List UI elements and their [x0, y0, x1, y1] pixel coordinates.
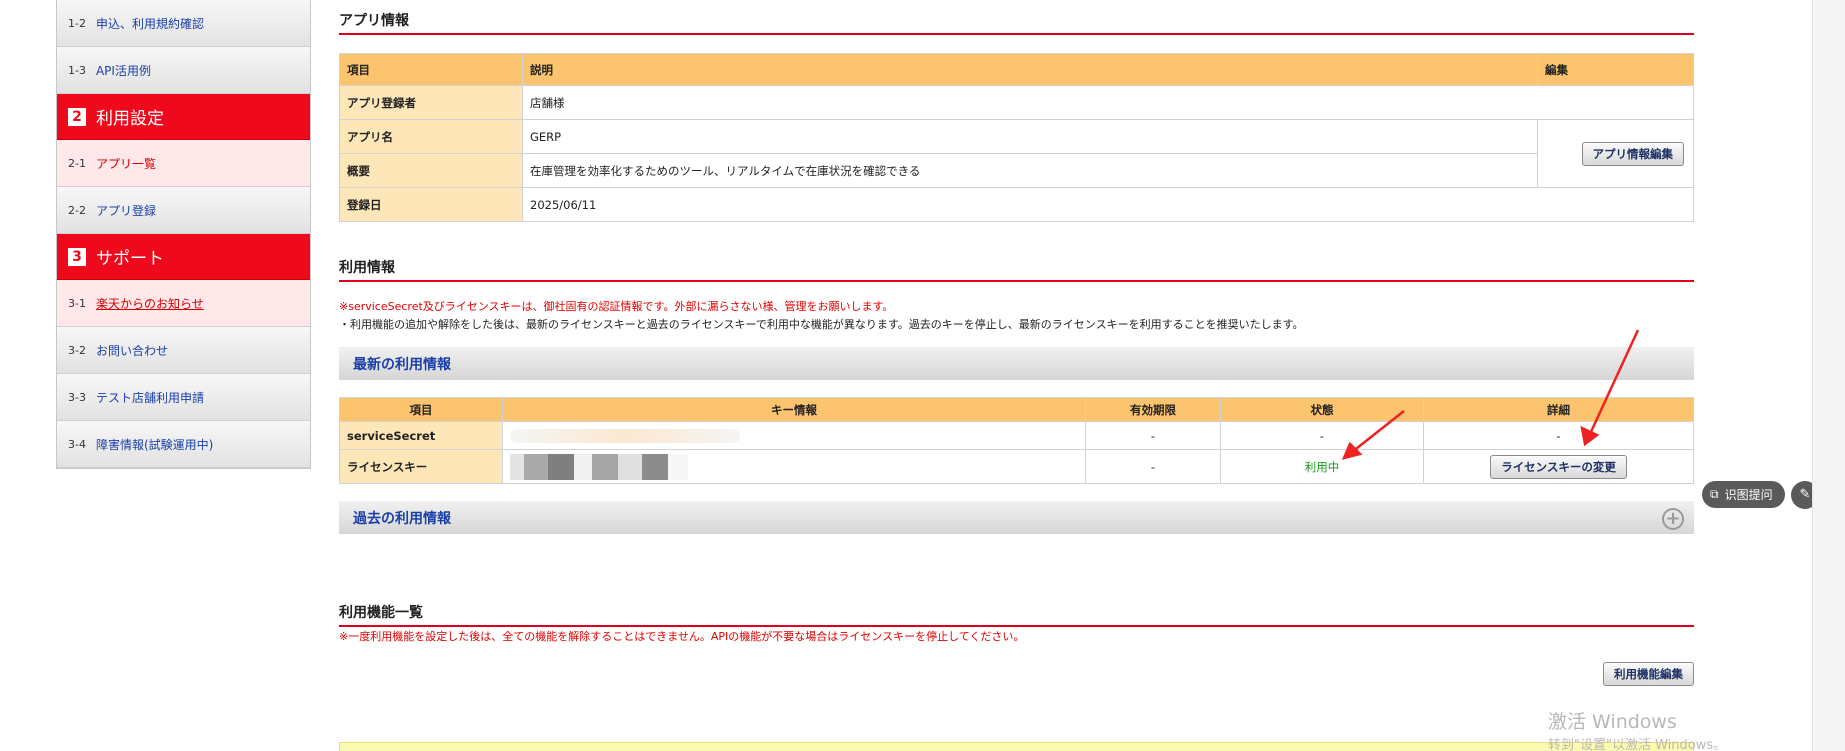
row-detail: - — [1423, 421, 1694, 450]
header-desc: 説明 — [522, 53, 1538, 86]
sidebar-item-news[interactable]: 3-1 楽天からのお知らせ — [57, 280, 310, 327]
table-row: 概要 在庫管理を効率化するためのツール、リアルタイムで在庫状況を確認できる — [339, 153, 1694, 188]
sidebar-section-support: 3 サポート — [57, 234, 310, 280]
sidebar-item-number: 3-4 — [68, 437, 86, 451]
usage-table: 項目 キー情報 有効期限 状態 詳細 serviceSecret - - - ラ… — [339, 397, 1694, 484]
section-label: 利用設定 — [96, 109, 164, 129]
sidebar-item-test-shop[interactable]: 3-3 テスト店舗利用申請 — [57, 374, 310, 421]
features-edit-wrapper: 利用機能編集 — [339, 662, 1694, 686]
main-content: アプリ情報 項目 説明 編集 アプリ登録者 店舗様 アプリ名 GERP アプリ情… — [339, 0, 1694, 751]
image-question-button[interactable]: ⧉ 识图提问 — [1702, 481, 1785, 508]
row-value: 2025/06/11 — [522, 187, 1694, 222]
sidebar-item-label: 障害情報(試験運用中) — [95, 437, 214, 452]
sidebar-item-label: お問い合わせ — [95, 343, 168, 358]
past-usage-bar[interactable]: 過去の利用情報 + — [339, 501, 1694, 534]
sidebar: 1-2 申込、利用規約確認 1-3 API活用例 2 利用設定 2-1 アプリ一… — [56, 0, 311, 469]
edit-features-button[interactable]: 利用機能編集 — [1603, 662, 1694, 686]
sidebar-item-label: 申込、利用規約確認 — [95, 16, 204, 31]
row-value: 在庫管理を効率化するためのツール、リアルタイムで在庫状況を確認できる — [522, 153, 1538, 188]
sidebar-section-settings: 2 利用設定 — [57, 94, 310, 140]
row-label: 概要 — [339, 153, 523, 188]
row-label: アプリ登録者 — [339, 85, 523, 120]
past-usage-label: 過去の利用情報 — [353, 510, 451, 527]
service-secret-value — [502, 421, 1086, 450]
section-number: 2 — [68, 107, 86, 126]
section-number: 3 — [68, 247, 86, 266]
sidebar-item-label: API活用例 — [95, 63, 151, 78]
license-key-value — [502, 449, 1086, 484]
header-status: 状態 — [1220, 397, 1424, 422]
change-license-key-button[interactable]: ライセンスキーの変更 — [1490, 454, 1627, 479]
sidebar-item-app-register[interactable]: 2-2 アプリ登録 — [57, 187, 310, 234]
sidebar-item-number: 2-1 — [68, 156, 86, 170]
row-expiry: - — [1085, 421, 1221, 450]
sidebar-item-label: テスト店舗利用申請 — [95, 390, 204, 405]
features-title: 利用機能一覧 — [339, 602, 1694, 627]
table-row: アプリ登録者 店舗様 — [339, 85, 1694, 120]
sidebar-item-terms[interactable]: 1-2 申込、利用規約確認 — [57, 0, 310, 47]
header-expiry: 有効期限 — [1085, 397, 1221, 422]
latest-usage-bar: 最新の利用情報 — [339, 347, 1694, 380]
sidebar-item-number: 3-1 — [68, 296, 86, 310]
header-item: 項目 — [339, 397, 503, 422]
image-question-label: 识图提问 — [1724, 488, 1773, 502]
scan-icon: ⧉ — [1710, 487, 1719, 501]
table-row: 登録日 2025/06/11 — [339, 187, 1694, 222]
browser-side-panel — [1812, 0, 1845, 751]
table-row: ライセンスキー - 利用中 ライセンスキーの変更 — [339, 449, 1694, 484]
usage-info-title: 利用情報 — [339, 257, 1694, 282]
sidebar-item-number: 3-3 — [68, 390, 86, 404]
sidebar-item-label: アプリ一覧 — [95, 156, 156, 171]
row-status: - — [1220, 421, 1424, 450]
row-detail: ライセンスキーの変更 — [1423, 449, 1694, 484]
edit-cell: アプリ情報編集 — [1537, 119, 1694, 188]
windows-activation-watermark: 激活 Windows — [1548, 711, 1677, 733]
info-banner — [339, 742, 1694, 751]
app-info-title: アプリ情報 — [339, 10, 1694, 35]
sidebar-item-number: 1-2 — [68, 16, 86, 30]
sidebar-item-api-examples[interactable]: 1-3 API活用例 — [57, 47, 310, 94]
row-value: GERP — [522, 119, 1538, 154]
header-detail: 詳細 — [1423, 397, 1694, 422]
sidebar-item-incident-info[interactable]: 3-4 障害情報(試験運用中) — [57, 421, 310, 468]
sidebar-item-number: 3-2 — [68, 343, 86, 357]
row-label: serviceSecret — [339, 421, 503, 450]
expand-plus-icon[interactable]: + — [1662, 508, 1684, 530]
header-edit: 編集 — [1537, 53, 1694, 86]
row-label: ライセンスキー — [339, 449, 503, 484]
table-row: アプリ名 GERP アプリ情報編集 — [339, 119, 1694, 188]
row-expiry: - — [1085, 449, 1221, 484]
sidebar-item-label: アプリ登録 — [95, 203, 156, 218]
sidebar-item-contact[interactable]: 3-2 お問い合わせ — [57, 327, 310, 374]
sidebar-item-number: 2-2 — [68, 203, 86, 217]
header-item: 項目 — [339, 53, 523, 86]
windows-activation-subtext: 转到"设置"以激活 Windows。 — [1548, 738, 1727, 751]
sidebar-item-number: 1-3 — [68, 63, 86, 77]
usage-notice: ・利用機能の追加や解除をした後は、最新のライセンスキーと過去のライセンスキーで利… — [339, 318, 1304, 331]
app-info-table: 項目 説明 編集 アプリ登録者 店舗様 アプリ名 GERP アプリ情報編集 概要… — [339, 53, 1694, 222]
header-key: キー情報 — [502, 397, 1086, 422]
sidebar-item-app-list[interactable]: 2-1 アプリ一覧 — [57, 140, 310, 187]
section-label: サポート — [96, 249, 164, 269]
features-notice: ※一度利用機能を設定した後は、全ての機能を解除することはできません。APIの機能… — [339, 630, 1025, 643]
row-label: 登録日 — [339, 187, 523, 222]
row-label: アプリ名 — [339, 119, 523, 154]
edit-app-info-button[interactable]: アプリ情報編集 — [1581, 141, 1684, 166]
row-value: 店舗様 — [522, 85, 1694, 120]
usage-notice-red: ※serviceSecret及びライセンスキーは、御社固有の認証情報です。外部に… — [339, 300, 894, 313]
latest-usage-label: 最新の利用情報 — [353, 356, 451, 373]
sidebar-item-label[interactable]: 楽天からのお知らせ — [96, 295, 204, 312]
row-status-active: 利用中 — [1220, 449, 1424, 484]
table-row: serviceSecret - - - — [339, 421, 1694, 450]
